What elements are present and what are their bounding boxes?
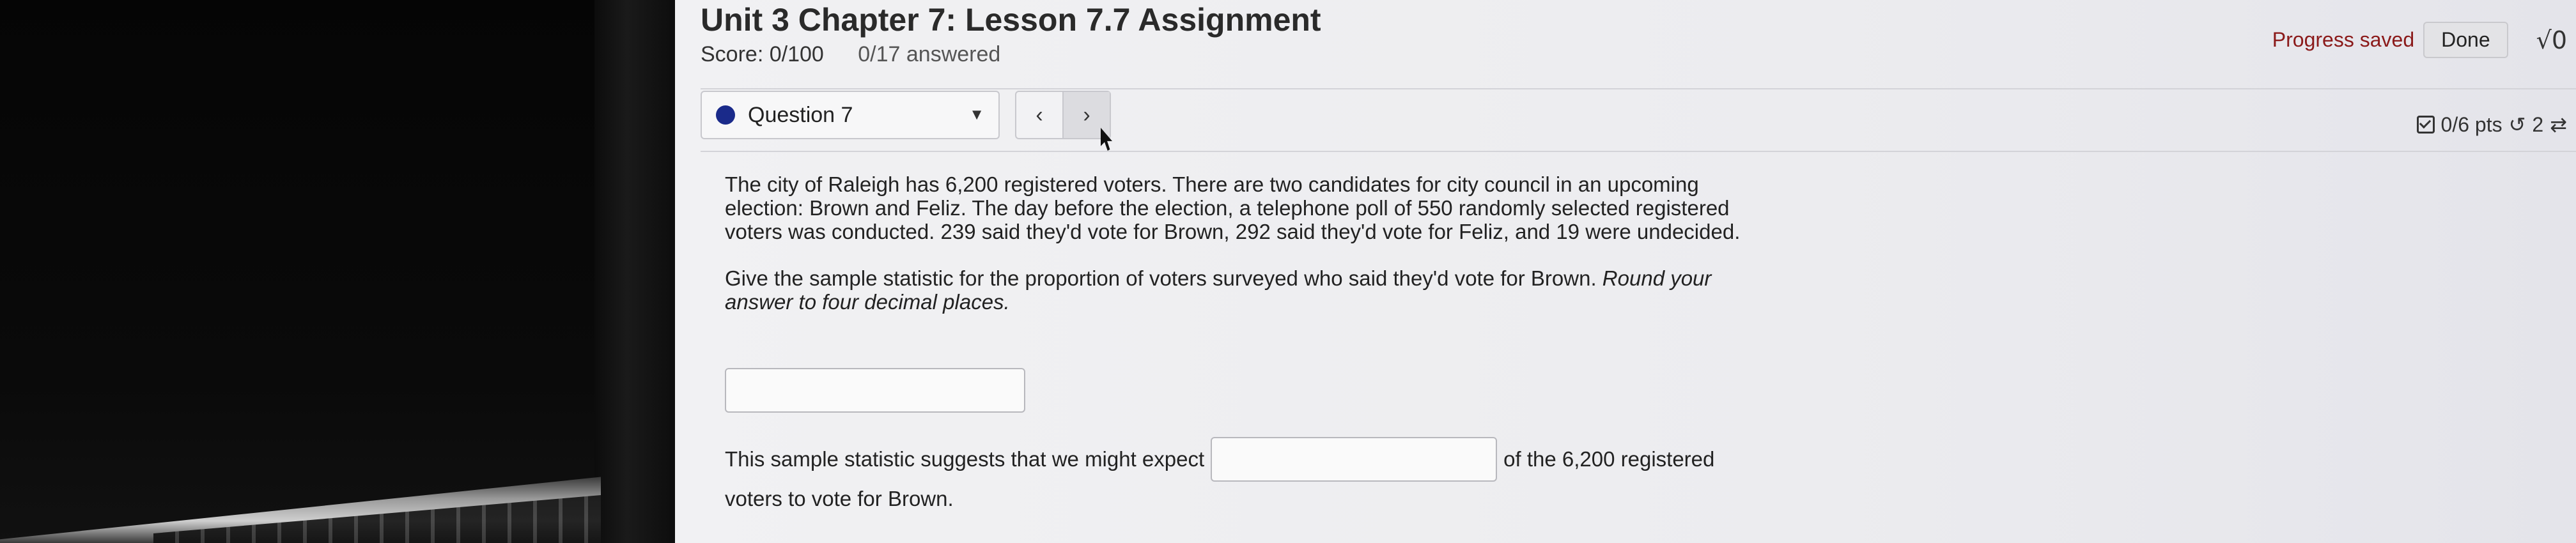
score-text: Score: 0/100	[701, 42, 824, 66]
expectation-text-after: of the 6,200 registered	[1503, 447, 1715, 471]
retry-icon[interactable]: ↺	[2509, 112, 2526, 137]
question-body: The city of Raleigh has 6,200 registered…	[725, 172, 1780, 314]
header-actions: Progress saved Done √0	[2272, 22, 2567, 58]
assignment-screen: Unit 3 Chapter 7: Lesson 7.7 Assignment …	[675, 0, 2576, 543]
answered-count: 0/17 answered	[858, 42, 1001, 66]
similar-question-icon[interactable]: ⇄	[2550, 112, 2567, 137]
question-prompt: Give the sample statistic for the propor…	[725, 266, 1780, 314]
caret-down-icon: ▼	[969, 106, 984, 123]
prompt-text: Give the sample statistic for the propor…	[725, 266, 1602, 290]
progress-saved-status: Progress saved	[2272, 28, 2415, 51]
status-dot-icon	[716, 105, 735, 125]
points-info: 0/6 pts ↺ 2 ⇄	[2416, 112, 2567, 137]
question-select[interactable]: Question 7 ▼	[701, 91, 1000, 139]
done-button[interactable]: Done	[2423, 22, 2508, 58]
question-nav-buttons: ‹ ›	[1015, 91, 1111, 139]
score-row: Score: 0/100 0/17 answered	[701, 42, 1028, 67]
checkbox-icon	[2416, 116, 2435, 134]
page-title: Unit 3 Chapter 7: Lesson 7.7 Assignment	[701, 2, 1321, 38]
retries-count: 2	[2532, 112, 2544, 136]
nav-divider	[701, 151, 2576, 152]
header-divider	[701, 88, 2576, 89]
expectation-sentence: This sample statistic suggests that we m…	[725, 437, 1714, 482]
screen-bezel	[594, 0, 675, 543]
math-keyboard-icon[interactable]: √0	[2536, 26, 2567, 54]
points-text: 0/6 pts	[2440, 112, 2502, 136]
previous-question-button[interactable]: ‹	[1016, 92, 1062, 138]
expectation-text-end: voters to vote for Brown.	[725, 487, 954, 510]
dark-background	[0, 0, 675, 543]
expected-voters-input[interactable]	[1211, 437, 1498, 482]
expectation-text-before: This sample statistic suggests that we m…	[725, 447, 1205, 471]
sample-statistic-input[interactable]	[725, 368, 1025, 413]
question-paragraph: The city of Raleigh has 6,200 registered…	[725, 172, 1741, 243]
question-select-label: Question 7	[748, 102, 853, 127]
